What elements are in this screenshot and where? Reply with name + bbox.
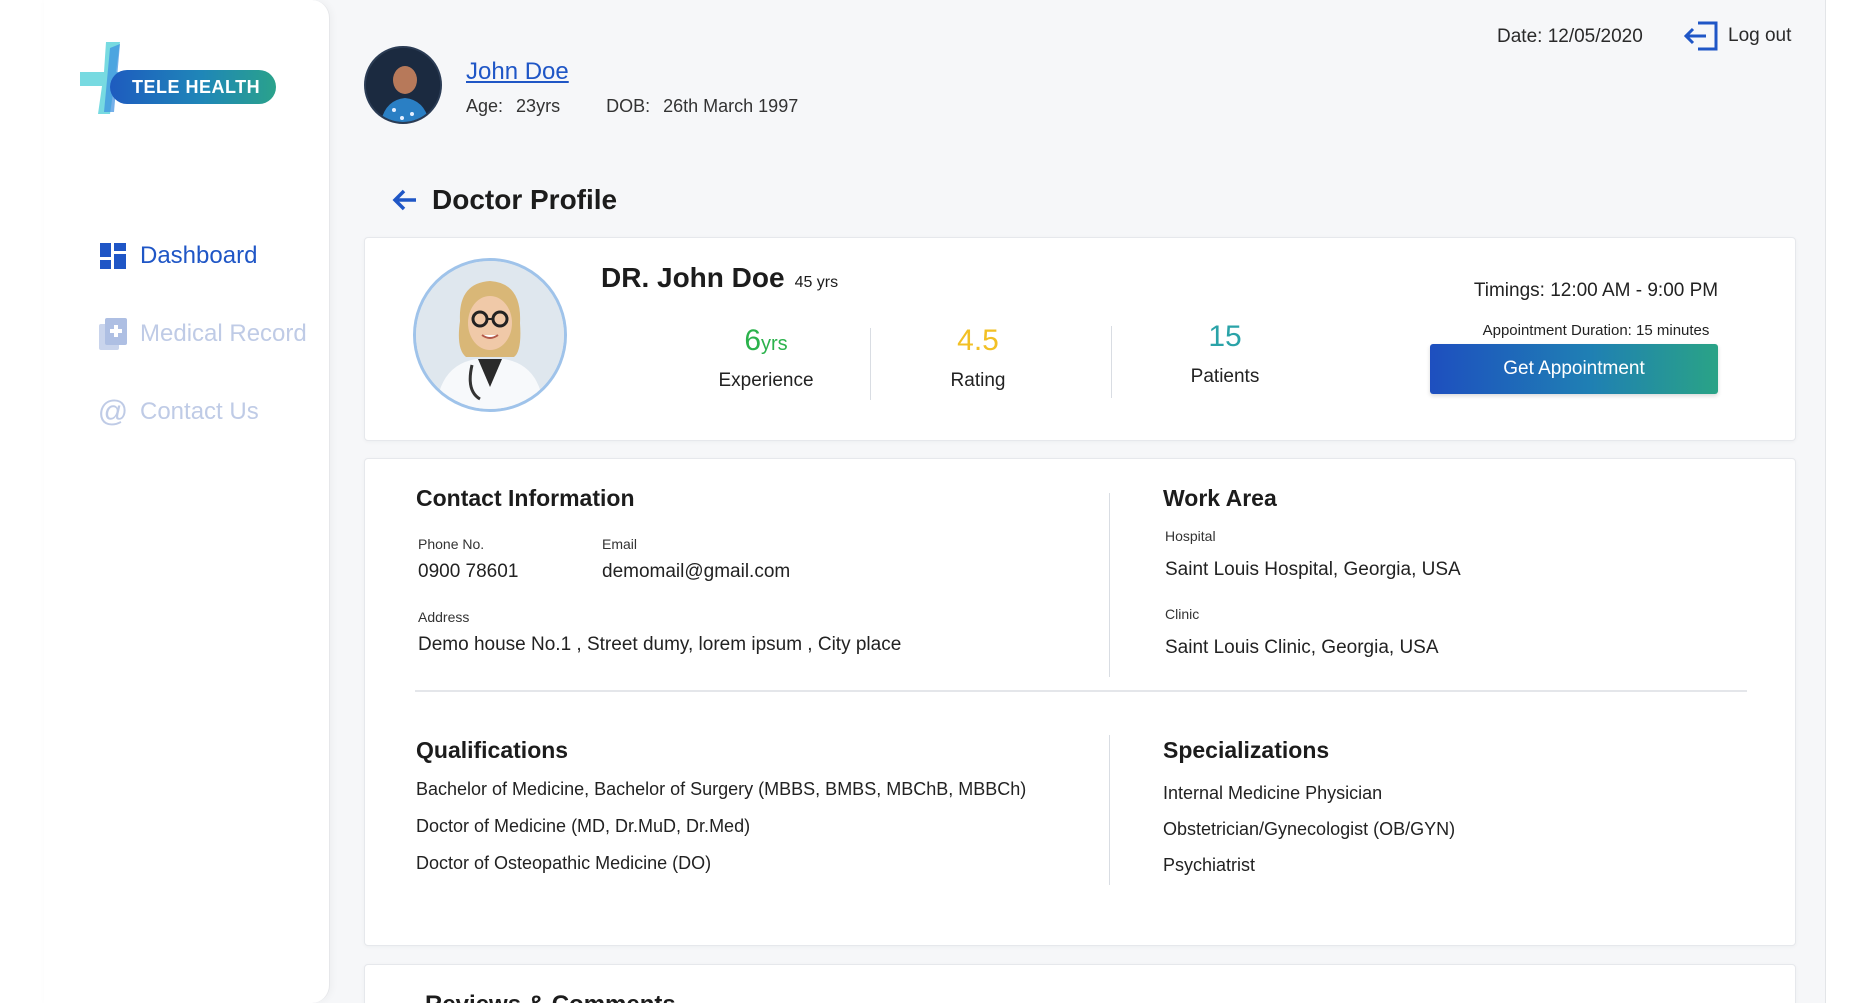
- sidebar-nav: Dashboard Medical Record @ Contact Us: [98, 236, 307, 470]
- dashboard-icon: [98, 241, 128, 271]
- address-label: Address: [418, 609, 470, 625]
- age-label: Age:: [466, 96, 504, 116]
- back-arrow-icon[interactable]: [392, 187, 418, 213]
- at-icon: @: [97, 395, 129, 428]
- rating-label: Rating: [950, 370, 1006, 391]
- clinic-value: Saint Louis Clinic, Georgia, USA: [1165, 637, 1439, 658]
- medical-record-icon: [98, 318, 128, 350]
- rating-value: 4.5: [957, 324, 999, 357]
- sidebar-item-label: Contact Us: [140, 398, 259, 425]
- sidebar-item-dashboard[interactable]: Dashboard: [98, 236, 307, 276]
- user-name-link[interactable]: John Doe: [466, 58, 569, 86]
- patients-stat: 15 Patients: [1165, 320, 1285, 388]
- doctor-photo: [413, 258, 567, 412]
- hospital-value: Saint Louis Hospital, Georgia, USA: [1165, 559, 1461, 580]
- dob-label: DOB:: [606, 96, 651, 116]
- specialization-item: Obstetrician/Gynecologist (OB/GYN): [1163, 819, 1456, 839]
- logout-button[interactable]: Log out: [1684, 20, 1791, 52]
- sidebar: TELE HEALTH Dashboard Medical Record @ C…: [44, 0, 330, 1003]
- phone-value: 0900 78601: [418, 561, 519, 582]
- specialization-item: Psychiatrist: [1163, 855, 1256, 875]
- column-divider: [1109, 735, 1110, 885]
- logo-text: TELE HEALTH: [110, 70, 276, 104]
- user-avatar[interactable]: [364, 46, 442, 124]
- page-title: Doctor Profile: [392, 184, 617, 216]
- dob-value: 26th March 1997: [663, 96, 799, 116]
- sidebar-item-medical-record[interactable]: Medical Record: [98, 314, 307, 354]
- logout-label: Log out: [1728, 25, 1792, 46]
- reviews-title: Reviews & Comments: [425, 991, 676, 1003]
- stat-divider: [1111, 326, 1112, 398]
- experience-value: 6: [744, 324, 761, 357]
- sidebar-item-label: Dashboard: [140, 242, 258, 269]
- contact-info-title: Contact Information: [416, 485, 635, 511]
- patients-label: Patients: [1190, 366, 1260, 387]
- reviews-card: Reviews & Comments: [364, 964, 1796, 1003]
- doctor-name: DR. John Doe 45 yrs: [601, 262, 838, 294]
- hospital-label: Hospital: [1165, 528, 1216, 544]
- address-value: Demo house No.1 , Street dumy, lorem ips…: [418, 634, 902, 655]
- current-date: Date: 12/05/2020: [1497, 26, 1643, 47]
- section-divider: [415, 690, 1747, 692]
- experience-stat: 6yrs Experience: [691, 324, 841, 392]
- qualifications-title: Qualifications: [416, 737, 569, 763]
- qualification-item: Bachelor of Medicine, Bachelor of Surger…: [416, 779, 1027, 799]
- user-meta: Age: 23yrs DOB: 26th March 1997: [466, 96, 798, 117]
- qualification-item: Doctor of Osteopathic Medicine (DO): [416, 853, 712, 873]
- experience-unit: yrs: [761, 333, 788, 355]
- email-value: demomail@gmail.com: [602, 561, 791, 582]
- get-appointment-button[interactable]: Get Appointment: [1430, 344, 1718, 394]
- qualification-item: Doctor of Medicine (MD, Dr.MuD, Dr.Med): [416, 816, 751, 836]
- doctor-summary-card: DR. John Doe 45 yrs 6yrs Experience 4.5 R…: [364, 237, 1796, 441]
- doctor-age: 45 yrs: [794, 274, 839, 291]
- clinic-label: Clinic: [1165, 606, 1200, 622]
- phone-label: Phone No.: [418, 536, 485, 552]
- doctor-details-card: Contact Information Phone No. 0900 78601…: [364, 458, 1796, 946]
- specialization-item: Internal Medicine Physician: [1163, 783, 1383, 803]
- doctor-name-text: DR. John Doe: [601, 262, 785, 293]
- sidebar-item-contact-us[interactable]: @ Contact Us: [98, 392, 307, 432]
- logout-icon: [1684, 21, 1718, 51]
- age-value: 23yrs: [516, 96, 561, 116]
- work-area-title: Work Area: [1163, 485, 1277, 511]
- sidebar-item-label: Medical Record: [140, 320, 307, 347]
- appointment-duration: Appointment Duration: 15 minutes: [1482, 322, 1710, 339]
- tele-health-logo[interactable]: TELE HEALTH: [80, 42, 280, 114]
- timings: Timings: 12:00 AM - 9:00 PM: [1473, 280, 1719, 301]
- experience-label: Experience: [718, 370, 814, 391]
- rating-stat: 4.5 Rating: [918, 324, 1038, 392]
- stat-divider: [870, 328, 871, 400]
- patients-value: 15: [1208, 320, 1242, 353]
- page-title-text: Doctor Profile: [432, 184, 618, 215]
- column-divider: [1109, 493, 1110, 677]
- email-label: Email: [602, 536, 638, 552]
- specializations-title: Specializations: [1163, 737, 1330, 763]
